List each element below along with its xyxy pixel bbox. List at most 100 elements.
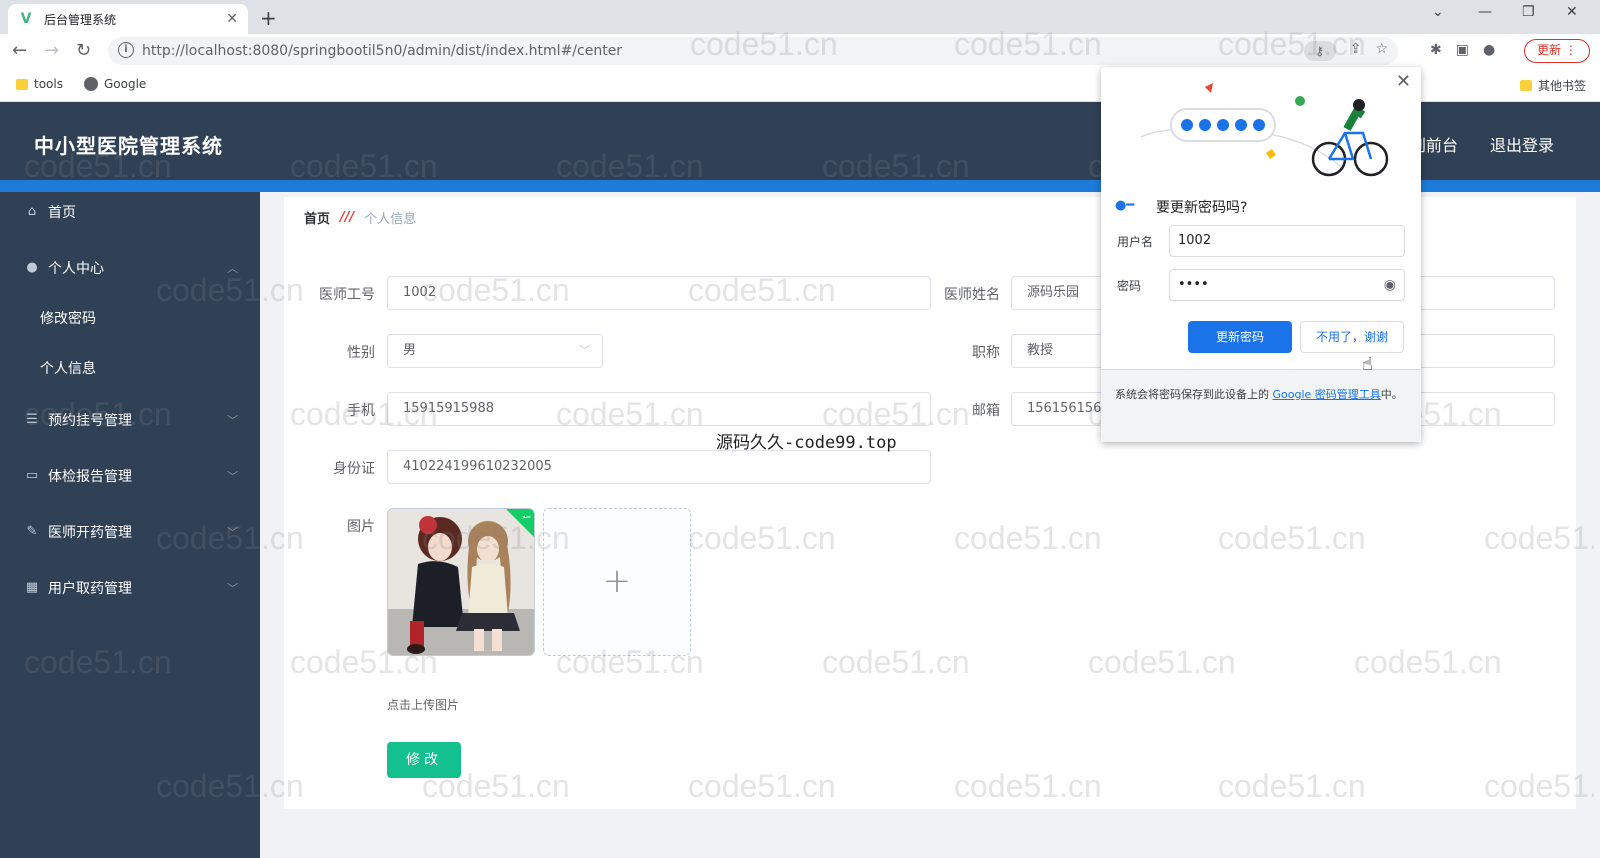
chevron-up-icon: ︿ [227,262,238,275]
chevron-down-icon: ﹀ [227,470,238,483]
id-card-label: 身份证 [333,461,375,477]
plus-icon: + [602,561,632,601]
tab-title: 后台管理系统 [44,12,117,27]
sidebar-item-label: 预约挂号管理 [48,413,132,429]
sidebar-item-label: 体检报告管理 [48,469,132,485]
username-field[interactable]: 1002 [1169,225,1405,257]
minimize-icon[interactable]: — [1478,4,1492,20]
id-card-input[interactable]: 410224199610232005 [387,450,931,484]
dialog-title: 要更新密码吗? [1156,200,1248,216]
omnibox[interactable]: i http://localhost:8080/springbootil5n0/… [108,37,1398,65]
sidebar-item-label: 医师开药管理 [48,525,132,541]
reload-icon[interactable]: ↻ [76,41,91,61]
update-label: 更新 [1537,43,1562,57]
sidebar-item-prescription[interactable]: ✎ 医师开药管理 ﹀ [0,512,260,552]
new-tab-icon[interactable]: + [260,6,277,30]
sidebar-item-label: 修改密码 [40,311,96,327]
sidebar-item-label: 首页 [48,205,76,221]
password-mask: •••• [1178,277,1209,292]
sidebar-item-personal-info[interactable]: 个人信息 [0,348,260,388]
password-update-dialog: ✕ ●━ 要更新密码吗? 用户名 1002 密码 •••• ◉ 更新密码 不用了… [1101,67,1421,442]
url-text[interactable]: http://localhost:8080/springbootil5n0/ad… [142,43,622,59]
sidebar-item-checkup-report[interactable]: ▭ 体检报告管理 ﹀ [0,456,260,496]
user-icon: ● [26,260,38,275]
upload-tip: 点击上传图片 [387,698,460,712]
password-manager-link[interactable]: Google 密码管理工具 [1273,388,1381,401]
eye-icon[interactable]: ◉ [1384,270,1396,300]
footer-text: 系统会将密码保存到此设备上的 [1115,388,1273,401]
breadcrumb-current: 个人信息 [364,212,417,227]
forward-icon[interactable]: → [44,41,59,61]
doctor-id-input[interactable]: 1002 [387,276,931,310]
folder-icon [16,78,28,90]
extensions-icon[interactable]: ✱ [1430,42,1442,58]
breadcrumb: 首页 /// 个人信息 [304,208,416,227]
app-title: 中小型医院管理系统 [34,134,223,158]
username-label: 用户名 [1117,235,1154,249]
address-bar: ← → ↻ i http://localhost:8080/springboot… [0,34,1600,68]
side-panel-icon[interactable]: ▣ [1456,42,1469,58]
back-icon[interactable]: ← [12,41,27,61]
info-icon[interactable]: i [118,42,134,58]
upload-add-button[interactable]: + [543,508,691,656]
bookmark-star-icon[interactable]: ☆ [1375,41,1388,61]
dialog-footer: 系统会将密码保存到此设备上的 Google 密码管理工具中。 [1101,369,1421,442]
bookmark-tools[interactable]: tools [16,77,63,91]
share-icon[interactable]: ⇪ [1350,41,1362,61]
sidebar-item-change-password[interactable]: 修改密码 [0,298,260,338]
folder-icon [1520,80,1532,91]
key-icon: ●━ [1115,198,1135,213]
no-thanks-button[interactable]: 不用了，谢谢 [1300,321,1404,353]
doctor-id-label: 医师工号 [319,287,375,303]
doctor-name-label: 医师姓名 [944,287,1000,303]
phone-label: 手机 [347,403,375,419]
list-icon: ☰ [26,412,38,427]
chevron-down-icon: ﹀ [579,344,590,357]
update-password-button[interactable]: 更新密码 [1188,321,1292,353]
gender-label: 性别 [347,345,375,361]
chat-icon: ▭ [25,468,39,483]
submit-button[interactable]: 修改 [387,742,461,778]
breadcrumb-separator-icon: /// [340,210,355,225]
password-label: 密码 [1117,279,1142,293]
profile-icon[interactable]: ● [1483,42,1495,58]
tab-search-icon[interactable]: ⌄ [1432,4,1444,20]
sidebar-item-medicine-pickup[interactable]: ▦ 用户取药管理 ﹀ [0,568,260,608]
sidebar-item-appointment[interactable]: ☰ 预约挂号管理 ﹀ [0,400,260,440]
logout-link[interactable]: 退出登录 [1490,132,1554,156]
breadcrumb-home[interactable]: 首页 [304,208,330,227]
restore-icon[interactable]: ❐ [1522,4,1535,20]
sidebar-item-label: 个人中心 [48,261,104,277]
vue-logo-icon: V [20,11,32,27]
image-label: 图片 [347,519,375,535]
mouse-cursor-icon: ☝ [1362,354,1373,375]
gender-select[interactable]: 男 ﹀ [387,334,603,368]
pen-icon: ✎ [26,524,38,539]
window-close-icon[interactable]: ✕ [1566,4,1578,20]
footer-end: 中。 [1380,388,1403,401]
bookmark-google[interactable]: Google [84,77,146,91]
sidebar-item-label: 用户取药管理 [48,581,132,597]
sidebar-item-personal-center[interactable]: ● 个人中心 ︿ [0,248,260,288]
globe-icon [84,77,98,91]
password-key-icon[interactable]: ⚷ [1303,41,1336,61]
uploaded-image[interactable]: ✓ [387,508,535,656]
password-field[interactable]: •••• ◉ [1169,269,1405,301]
cyclist-illustration [1140,83,1389,177]
browser-update-button[interactable]: 更新 ⋮ [1524,39,1590,63]
bookmark-other[interactable]: 其他书签 [1520,77,1586,94]
dialog-close-icon[interactable]: ✕ [1396,71,1411,92]
chart-icon: ▦ [25,580,39,595]
tab-close-icon[interactable]: ✕ [226,11,238,27]
browser-tab[interactable]: V 后台管理系统 ✕ [8,4,248,34]
sidebar-item-home[interactable]: ⌂ 首页 [0,192,260,232]
chevron-down-icon: ﹀ [227,414,238,427]
sidebar-item-label: 个人信息 [40,361,96,377]
browser-tabstrip: V 后台管理系统 ✕ + ⌄ — ❐ ✕ [0,0,1600,34]
chevron-down-icon: ﹀ [227,582,238,595]
overlay-watermark-text: 源码久久-code99.top [716,433,897,453]
bookmark-label: Google [104,77,147,91]
phone-input[interactable]: 15915915988 [387,392,931,426]
chevron-down-icon: ﹀ [227,526,238,539]
home-icon: ⌂ [27,204,37,219]
